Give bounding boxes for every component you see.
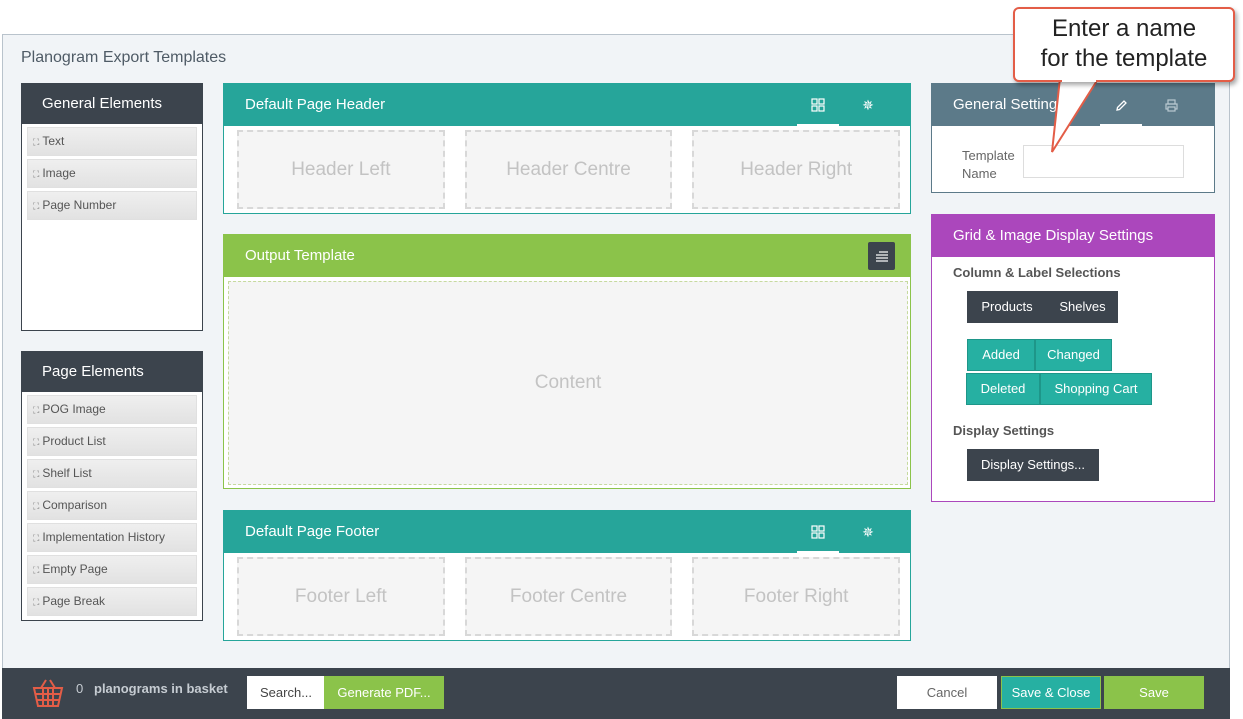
element-comparison[interactable]: ⛶ Comparison [27, 491, 197, 520]
element-product-list[interactable]: ⛶ Product List [27, 427, 197, 456]
output-template-section: Output Template Content [223, 234, 911, 489]
grid-image-settings-panel: Grid & Image Display Settings Column & L… [931, 214, 1215, 502]
display-settings-heading: Display Settings [953, 423, 1055, 438]
grid-icon[interactable] [797, 511, 839, 553]
cancel-button[interactable]: Cancel [897, 676, 997, 709]
page-footer-section: Default Page Footer ✵ Footer Left Footer… [223, 510, 911, 641]
footer-zones: Footer Left Footer Centre Footer Right [224, 553, 910, 640]
page-elements-title: Page Elements [22, 352, 202, 392]
move-icon: ⛶ [33, 597, 40, 607]
shelves-button[interactable]: Shelves [1047, 291, 1118, 323]
element-shelf-list[interactable]: ⛶ Shelf List [27, 459, 197, 488]
added-button[interactable]: Added [967, 339, 1035, 371]
callout-pointer-mask [1062, 76, 1096, 82]
basket-icon[interactable] [32, 678, 64, 708]
footer-left-zone[interactable]: Footer Left [237, 557, 445, 636]
products-button[interactable]: Products [967, 291, 1047, 323]
generate-pdf-button[interactable]: Generate PDF... [324, 676, 444, 709]
bottom-bar: 0 planograms in basket Search... Generat… [2, 668, 1230, 719]
basket-text: planograms in basket [94, 681, 228, 696]
save-button[interactable]: Save [1104, 676, 1204, 709]
move-icon: ⛶ [33, 533, 40, 543]
element-pog-image[interactable]: ⛶ POG Image [27, 395, 197, 424]
shopping-cart-button[interactable]: Shopping Cart [1040, 373, 1152, 405]
footer-right-zone[interactable]: Footer Right [692, 557, 901, 636]
move-icon: ⛶ [33, 437, 40, 447]
element-image[interactable]: ⛶ Image [27, 159, 197, 188]
move-icon: ⛶ [33, 405, 40, 415]
output-template-title: Output Template [224, 235, 910, 277]
grid-image-settings-title: Grid & Image Display Settings [932, 215, 1214, 257]
move-icon: ⛶ [33, 169, 40, 179]
element-empty-page[interactable]: ⛶ Empty Page [27, 555, 197, 584]
column-label-heading: Column & Label Selections [953, 265, 1121, 280]
move-icon: ⛶ [33, 565, 40, 575]
cog-icon[interactable]: ✵ [847, 511, 889, 553]
move-icon: ⛶ [33, 201, 40, 211]
deleted-button[interactable]: Deleted [966, 373, 1040, 405]
element-page-break[interactable]: ⛶ Page Break [27, 587, 197, 616]
template-options-button[interactable] [868, 242, 895, 270]
content-zone[interactable]: Content [228, 281, 908, 485]
element-implementation-history[interactable]: ⛶ Implementation History [27, 523, 197, 552]
search-button[interactable]: Search... [247, 676, 324, 709]
move-icon: ⛶ [33, 469, 40, 479]
footer-centre-zone[interactable]: Footer Centre [464, 557, 673, 636]
save-close-button[interactable]: Save & Close [1001, 676, 1101, 709]
element-page-number[interactable]: ⛶ Page Number [27, 191, 197, 220]
page-footer-title: Default Page Footer ✵ [224, 511, 910, 553]
move-icon: ⛶ [33, 501, 40, 511]
display-settings-button[interactable]: Display Settings... [967, 449, 1099, 481]
page-elements-panel: Page Elements ⛶ POG Image ⛶ Product List ⛶… [21, 351, 203, 621]
changed-button[interactable]: Changed [1035, 339, 1112, 371]
basket-count: 0 [76, 681, 84, 696]
